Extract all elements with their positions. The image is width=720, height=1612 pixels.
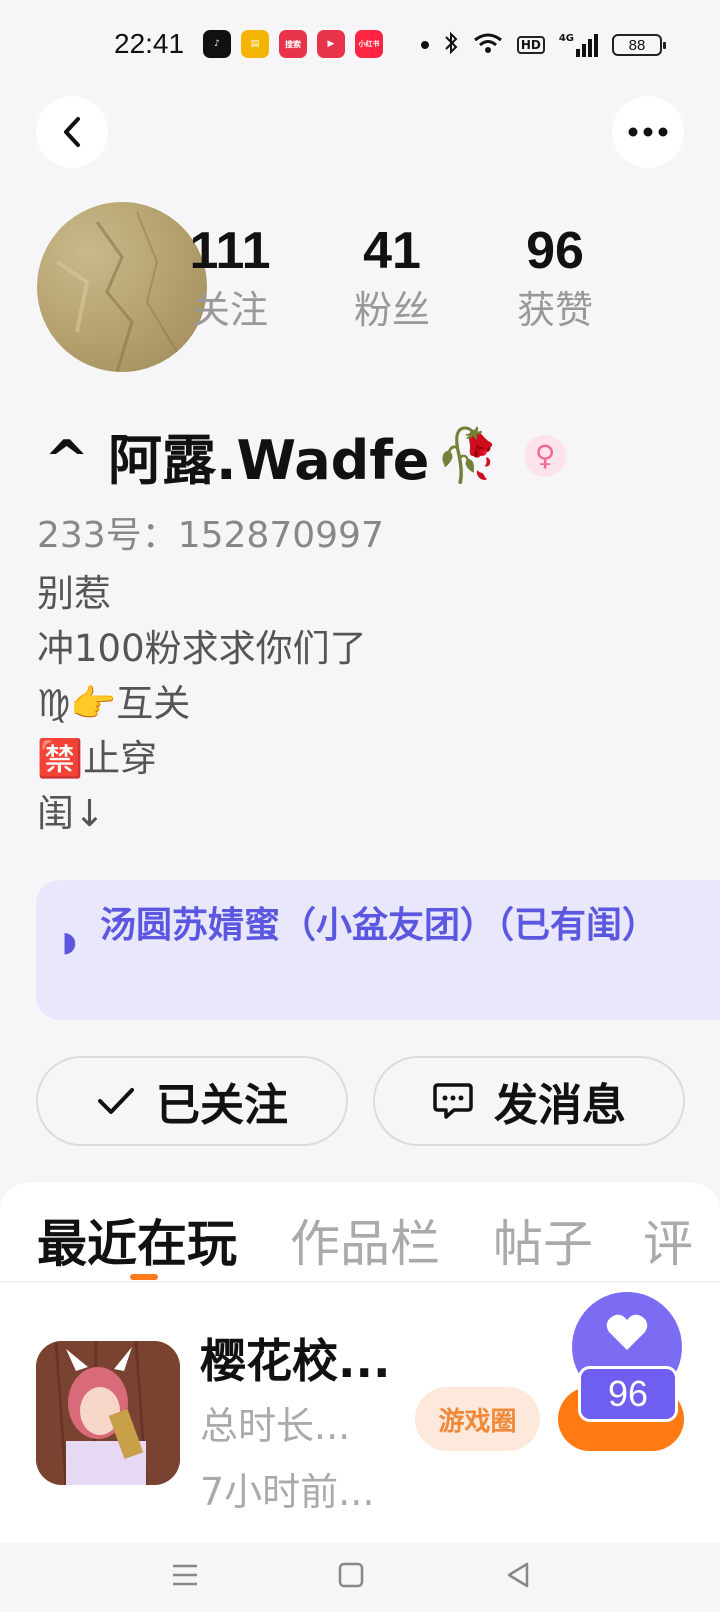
system-nav-bar xyxy=(0,1543,720,1612)
signal-icon: 4G xyxy=(559,33,598,57)
nickname: ^ 阿露.Wadfe xyxy=(44,429,430,492)
game-title[interactable]: 樱花校... xyxy=(200,1325,390,1391)
likes-label: 获赞 xyxy=(516,288,593,332)
followers-count: 41 xyxy=(363,222,421,280)
profile-stats: 111 关注 41 粉丝 96 获赞 xyxy=(189,220,620,350)
tab-indicator xyxy=(130,1274,158,1280)
game-icon[interactable] xyxy=(36,1341,180,1485)
xiaohongshu-icon: 小红书 xyxy=(355,30,383,58)
status-indicators: HD 4G 88 xyxy=(420,30,666,60)
tab-works[interactable]: 作品栏 xyxy=(290,1204,440,1276)
battery-level: 88 xyxy=(628,36,646,54)
followers-label: 粉丝 xyxy=(353,288,430,332)
more-dots-icon xyxy=(628,127,668,137)
video-app-icon: ▶ xyxy=(317,30,345,58)
stat-likes[interactable]: 96 获赞 xyxy=(485,220,625,334)
network-type: 4G xyxy=(558,33,574,44)
heart-icon xyxy=(606,1314,648,1350)
nickname-row: ^ 阿露.Wadfe 🥀 ♀ xyxy=(44,416,567,495)
stat-following[interactable]: 111 关注 xyxy=(160,220,300,334)
following-button[interactable]: 已关注 xyxy=(36,1056,348,1146)
chat-bubble-icon xyxy=(433,1083,473,1119)
status-time: 22:41 xyxy=(114,28,185,59)
send-message-label: 发消息 xyxy=(494,1080,626,1131)
tiktok-icon: ♪ xyxy=(203,30,231,58)
hd-icon: HD xyxy=(516,36,545,54)
stat-followers[interactable]: 41 粉丝 xyxy=(322,220,462,334)
wifi-icon xyxy=(473,32,503,59)
back-button[interactable] xyxy=(36,96,108,168)
profile-tabs: 最近在玩 作品栏 帖子 评 xyxy=(0,1182,720,1282)
following-count: 111 xyxy=(189,222,271,280)
game-last-played: 7小时前... xyxy=(200,1470,375,1514)
battery-icon: 88 xyxy=(612,34,666,56)
menu-nav-button[interactable] xyxy=(165,1555,205,1595)
back-nav-button[interactable] xyxy=(498,1555,538,1595)
bluetooth-icon xyxy=(443,31,459,60)
club-banner[interactable]: ◗ 汤圆苏婧蜜（小盆友团）（已有闺） xyxy=(36,880,720,1020)
following-label: 关注 xyxy=(191,288,268,332)
check-icon xyxy=(98,1088,134,1114)
female-gender-icon: ♀ xyxy=(524,434,567,477)
likes-count: 96 xyxy=(526,222,584,280)
square-icon xyxy=(338,1562,364,1588)
notification-dot-icon xyxy=(420,41,429,49)
more-button[interactable] xyxy=(612,96,684,168)
bio-line: 冲100粉求求你们了 xyxy=(37,627,367,670)
status-bar: 22:41 ♪ ▤ 搜索 ▶ 小红书 HD 4G 88 xyxy=(0,0,720,90)
bio-line: 🈲止穿 xyxy=(37,737,158,780)
following-label: 已关注 xyxy=(156,1080,288,1131)
home-nav-button[interactable] xyxy=(331,1555,371,1595)
triangle-back-icon xyxy=(507,1562,529,1588)
wilted-rose-emoji: 🥀 xyxy=(435,426,501,486)
bio-line: 别惹 xyxy=(37,572,111,615)
like-float-count: 96 xyxy=(578,1366,678,1422)
user-id[interactable]: 233号：152870997 xyxy=(37,506,384,558)
tab-posts[interactable]: 帖子 xyxy=(493,1204,593,1276)
bio: 别惹 冲100粉求求你们了 ♍👉互关 🈲止穿 闺↓ xyxy=(37,566,367,841)
club-icon: ◗ xyxy=(62,925,77,958)
book-icon: ▤ xyxy=(241,30,269,58)
tab-recent-play[interactable]: 最近在玩 xyxy=(37,1204,237,1276)
send-message-button[interactable]: 发消息 xyxy=(373,1056,685,1146)
bio-line: ♍👉互关 xyxy=(37,682,191,725)
menu-icon xyxy=(173,1564,197,1586)
game-circle-button[interactable]: 游戏圈 xyxy=(415,1387,540,1451)
search-app-icon: 搜索 xyxy=(279,30,307,58)
game-character-image xyxy=(36,1341,180,1485)
bio-line: 闺↓ xyxy=(37,792,106,835)
club-text: 汤圆苏婧蜜（小盆友团）（已有闺） xyxy=(100,905,659,946)
game-duration: 总时长... xyxy=(200,1404,351,1448)
chevron-left-icon xyxy=(64,117,80,147)
tab-comments[interactable]: 评 xyxy=(643,1204,693,1276)
